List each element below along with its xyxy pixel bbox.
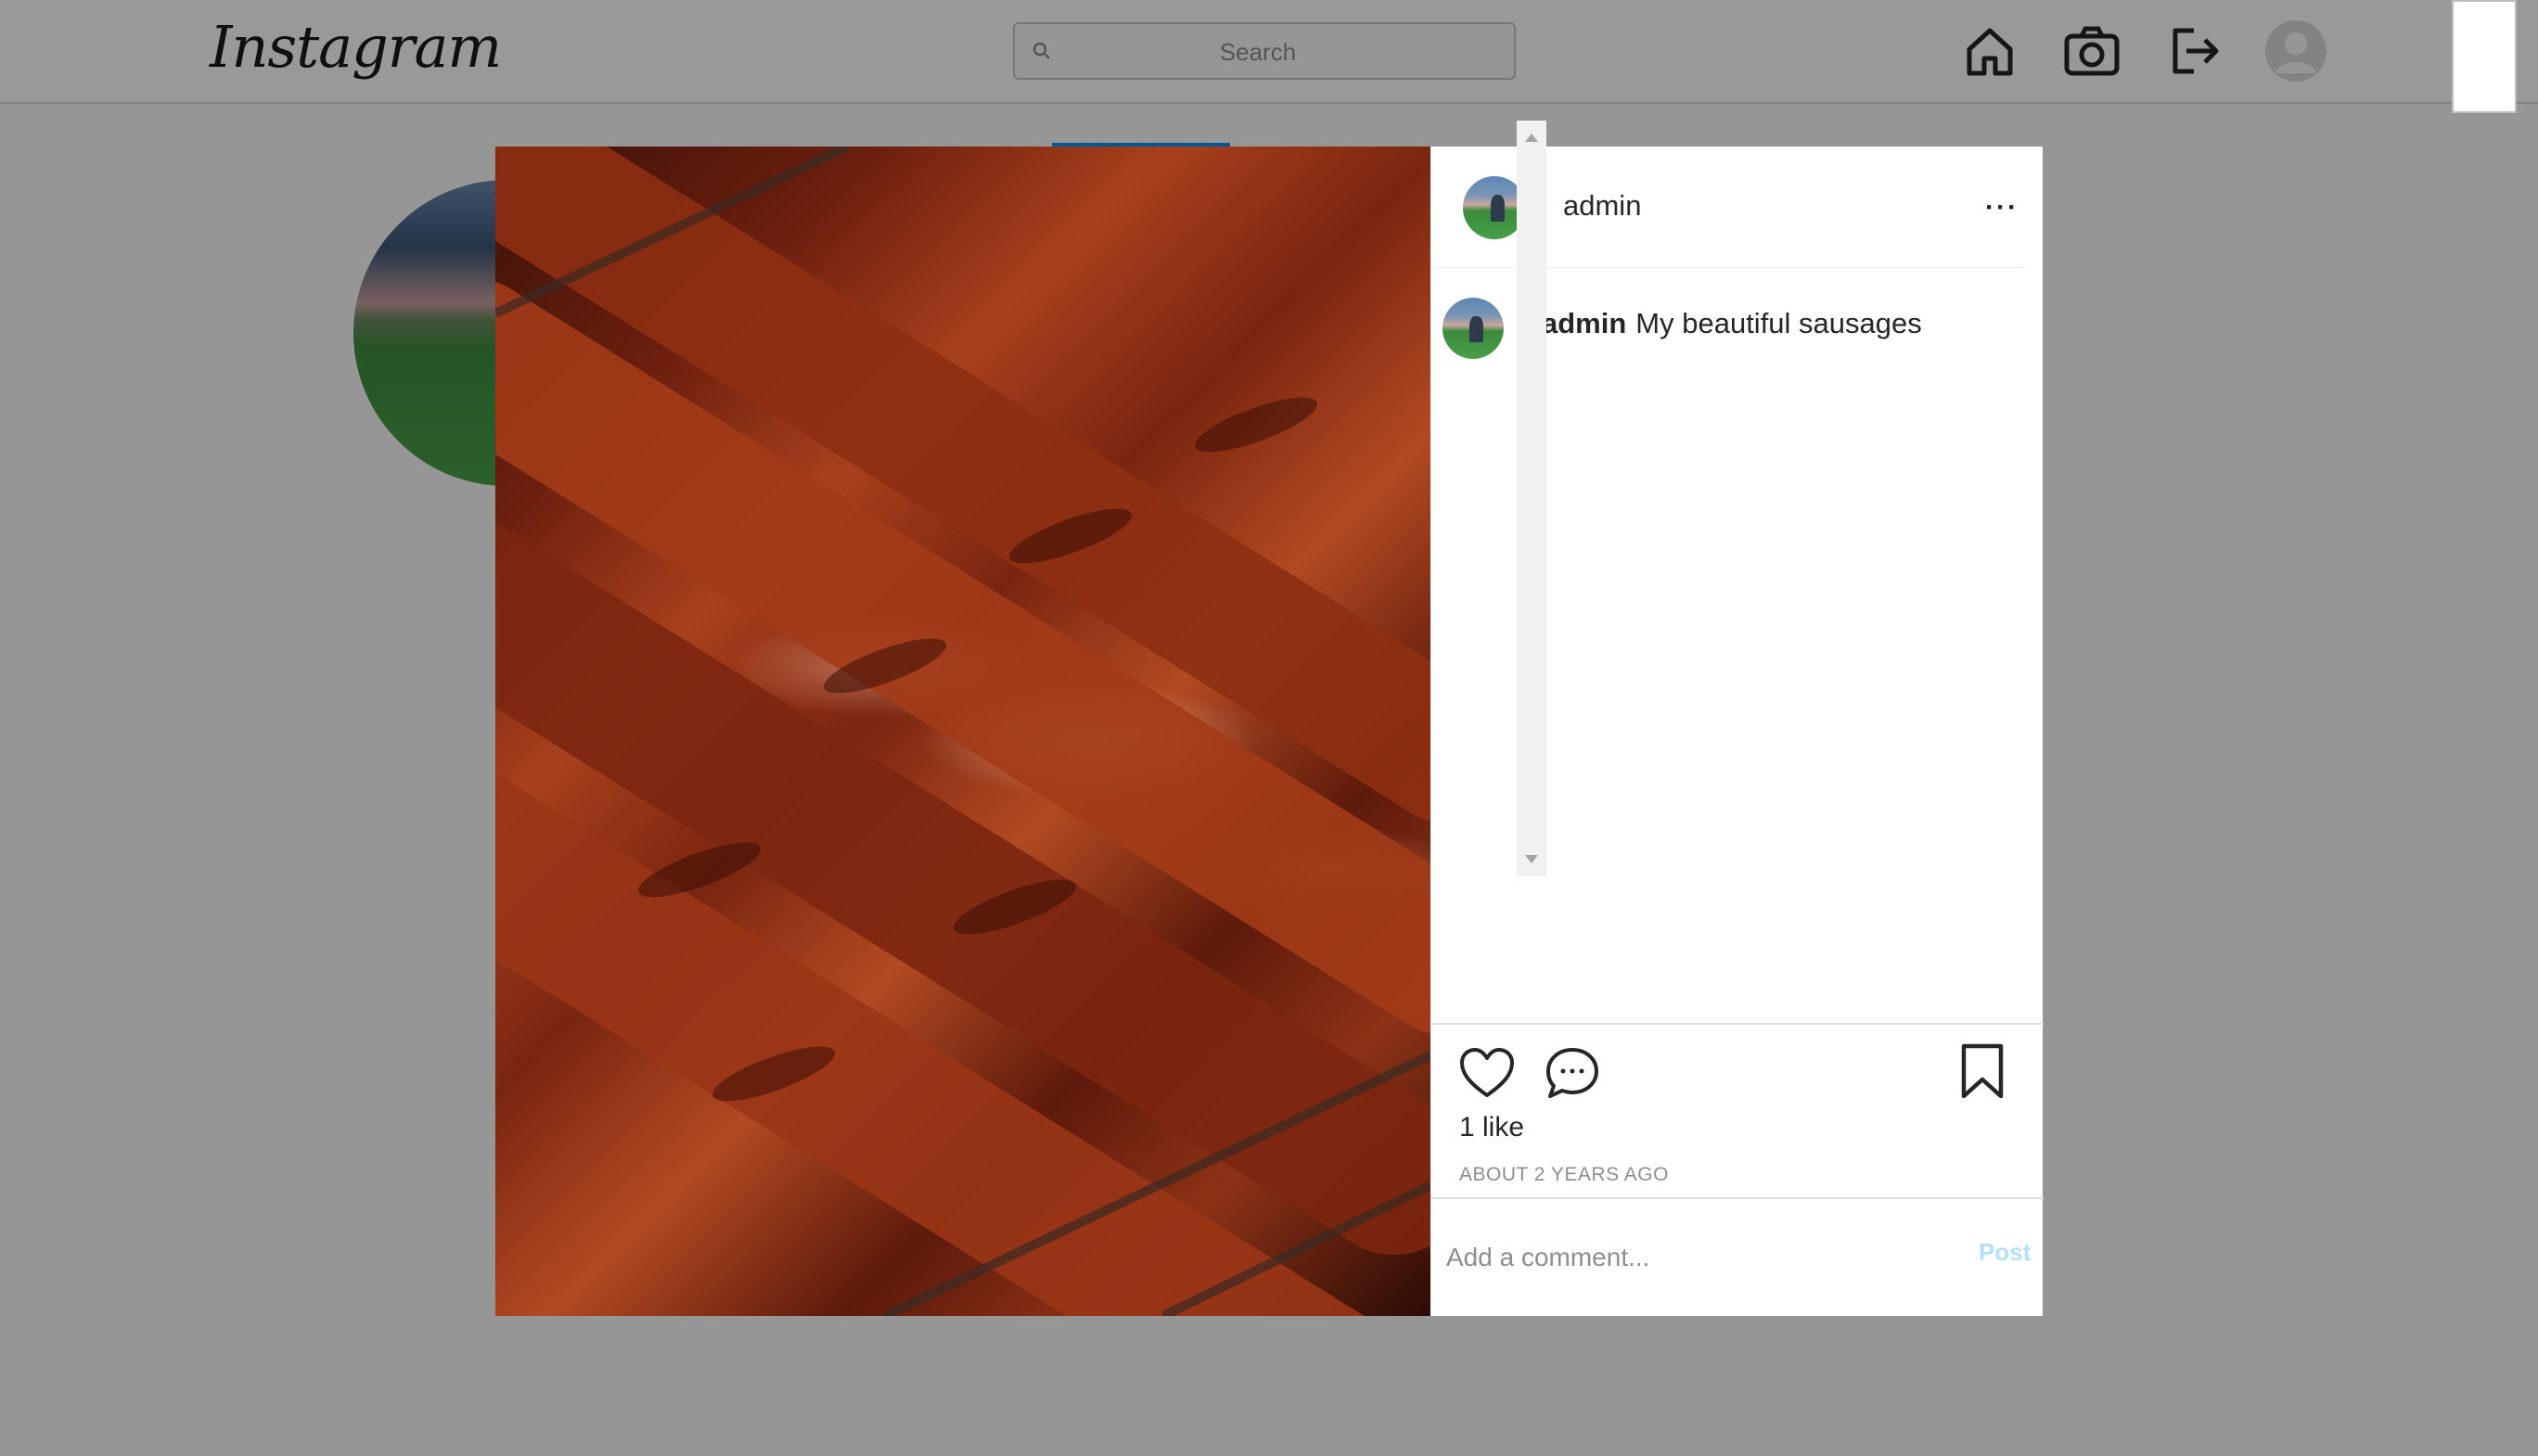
more-options-button[interactable]: ··· (1979, 191, 2025, 224)
author-username[interactable]: admin (1563, 189, 1641, 223)
scroll-down-arrow-icon[interactable] (1525, 855, 1538, 863)
post-image[interactable] (495, 147, 1430, 1316)
likes-count[interactable]: 1 like (1459, 1112, 1524, 1143)
bookmark-icon[interactable] (1953, 1041, 2012, 1101)
post-modal: admin ··· admin My beautiful sausages 1 l… (495, 147, 2044, 1316)
caption-avatar[interactable] (1442, 298, 1504, 359)
caption-body: My beautiful sausages (1635, 307, 1922, 339)
add-comment-bar: Post (1431, 1197, 2044, 1316)
comment-icon[interactable] (1543, 1043, 1602, 1103)
post-actions: 1 like ABOUT 2 YEARS AGO (1431, 1023, 2044, 1197)
scroll-up-arrow-icon[interactable] (1525, 134, 1538, 142)
caption-username[interactable]: admin (1542, 307, 1626, 339)
comment-input[interactable] (1444, 1232, 1912, 1283)
post-comment-button[interactable]: Post (1979, 1238, 2031, 1267)
caption-text: admin My beautiful sausages (1542, 307, 1922, 340)
close-icon (2465, 37, 2504, 76)
comments-scrollbar[interactable] (1517, 121, 1546, 876)
close-button[interactable] (2452, 0, 2517, 113)
like-icon[interactable] (1457, 1043, 1517, 1103)
post-timestamp: ABOUT 2 YEARS AGO (1459, 1164, 1669, 1185)
sausage-photo (495, 147, 1430, 1316)
